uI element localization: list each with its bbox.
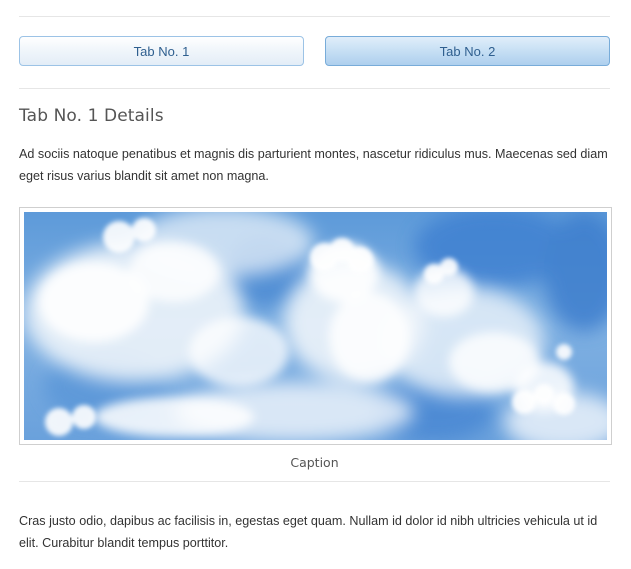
- image-frame: [19, 207, 612, 445]
- tab-2-button[interactable]: Tab No. 2: [325, 36, 610, 66]
- details-title: Tab No. 1 Details: [19, 106, 164, 126]
- tab-bar: Tab No. 1 Tab No. 2: [19, 36, 610, 68]
- top-divider: [19, 16, 610, 17]
- clouds-image: [24, 212, 607, 440]
- intro-paragraph: Ad sociis natoque penatibus et magnis di…: [19, 147, 608, 183]
- tab-1-button[interactable]: Tab No. 1: [19, 36, 304, 66]
- caption-divider: [19, 481, 610, 482]
- body-paragraph: Cras justo odio, dapibus ac facilisis in…: [19, 514, 598, 550]
- image-caption: Caption: [290, 455, 339, 470]
- tabs-divider: [19, 88, 610, 89]
